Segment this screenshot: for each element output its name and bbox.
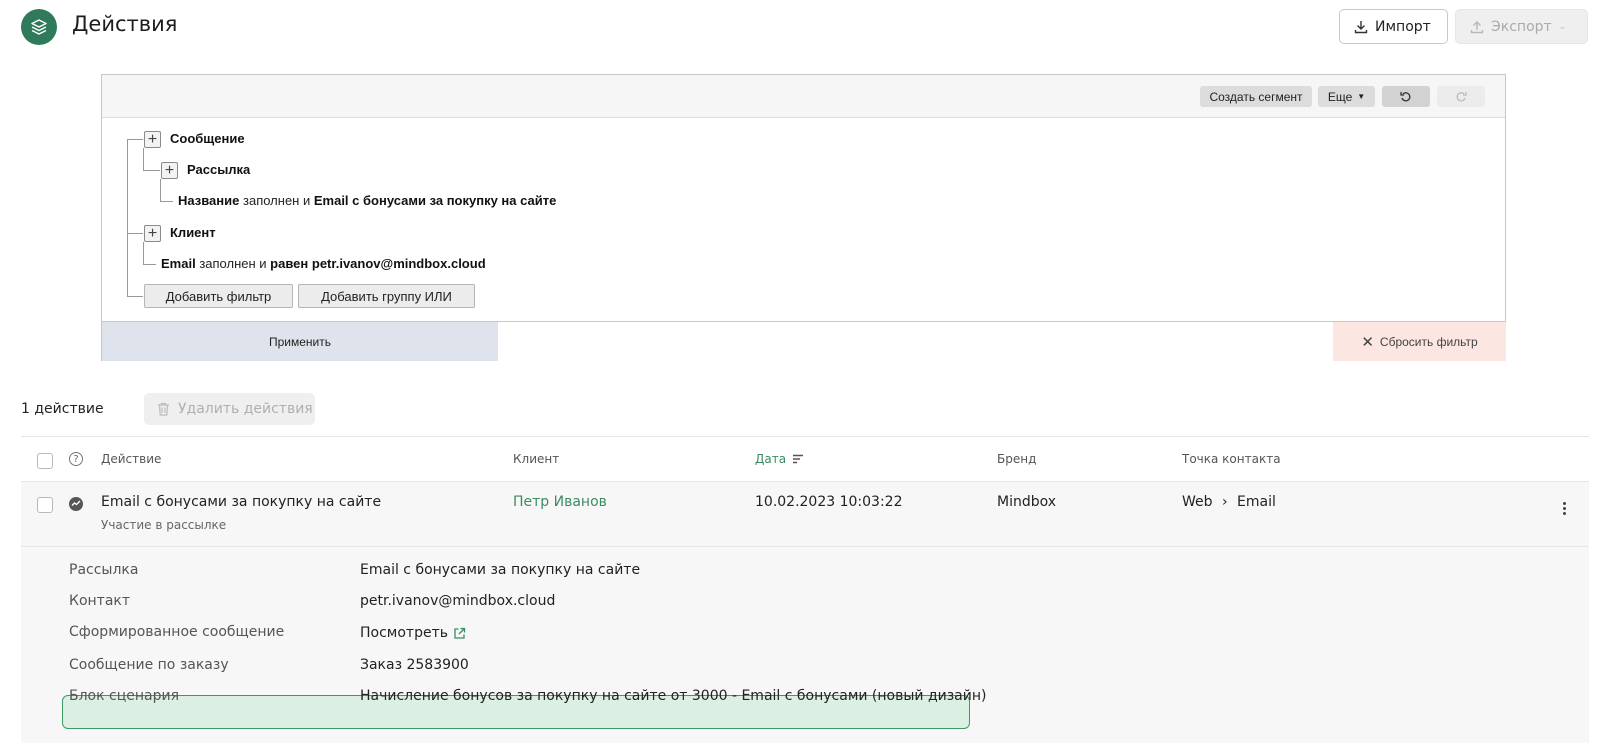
group-message-label: Сообщение <box>170 131 245 146</box>
reset-filter-button[interactable]: ✕ Сбросить фильтр <box>1333 321 1506 361</box>
filter-toolbar: Создать сегмент Еще ▼ <box>102 75 1505 118</box>
action-details: Рассылка Email с бонусами за покупку на … <box>21 547 1589 743</box>
filter-condition-name[interactable]: Название заполнен и Email с бонусами за … <box>178 193 556 208</box>
view-message-label: Посмотреть <box>360 625 448 641</box>
expand-group-client-icon[interactable]: + <box>144 225 161 242</box>
column-date[interactable]: Дата <box>755 452 804 466</box>
contact-point-from: Web <box>1182 494 1213 510</box>
column-action: Действие <box>101 452 162 466</box>
action-brand: Mindbox <box>997 494 1057 510</box>
export-button[interactable]: Экспорт ⌄ <box>1455 9 1588 44</box>
undo-icon <box>1400 91 1411 101</box>
select-all-checkbox[interactable] <box>37 453 53 469</box>
close-icon: ✕ <box>1361 333 1374 351</box>
action-title: Email с бонусами за покупку на сайте <box>101 494 382 510</box>
group-mailing-label: Рассылка <box>187 162 251 177</box>
view-message-link[interactable]: Посмотреть <box>360 625 466 641</box>
column-date-label: Дата <box>755 452 787 466</box>
action-subtitle: Участие в рассылке <box>101 518 227 532</box>
reset-filter-label: Сбросить фильтр <box>1379 334 1478 349</box>
app-logo[interactable] <box>21 9 57 45</box>
condition-field: Название <box>178 193 240 208</box>
filter-footer-spacer <box>498 321 1333 361</box>
undo-button[interactable] <box>1382 86 1430 107</box>
scenario-block-link[interactable]: Начисление бонусов за покупку на сайте о… <box>360 688 986 704</box>
caret-down-icon: ▼ <box>1357 92 1366 101</box>
breadcrumb-separator-icon: › <box>1221 494 1228 510</box>
trash-icon <box>158 402 169 416</box>
delete-actions-button[interactable]: Удалить действия <box>144 393 315 425</box>
detail-label-contact: Контакт <box>69 593 131 609</box>
import-button[interactable]: Импорт <box>1339 9 1448 44</box>
apply-button[interactable]: Применить <box>102 321 498 361</box>
detail-label-generated-message: Сформированное сообщение <box>69 624 285 640</box>
table-header: ? Действие Клиент Дата Бренд Точка конта… <box>21 436 1589 482</box>
actions-count: 1 действие <box>21 401 104 417</box>
group-client-label: Клиент <box>170 225 216 240</box>
expand-group-mailing-icon[interactable]: + <box>161 162 178 179</box>
detail-value-mailing-link[interactable]: Email с бонусами за покупку на сайте <box>360 562 640 578</box>
chevron-down-icon: ⌄ <box>1558 21 1567 32</box>
condition-field: Email <box>161 256 196 271</box>
column-brand: Бренд <box>997 452 1037 466</box>
add-filter-button[interactable]: Добавить фильтр <box>144 284 293 308</box>
detail-value-contact: petr.ivanov@mindbox.cloud <box>360 593 556 609</box>
condition-value: petr.ivanov@mindbox.cloud <box>311 256 486 271</box>
download-icon <box>1354 20 1368 33</box>
external-link-icon <box>454 627 466 639</box>
table-row[interactable]: Email с бонусами за покупку на сайте Уча… <box>21 482 1589 547</box>
upload-icon <box>1470 20 1484 33</box>
condition-operator: заполнен и <box>243 193 311 208</box>
detail-label-order-message: Сообщение по заказу <box>69 657 229 673</box>
delete-actions-label: Удалить действия <box>178 401 313 417</box>
filter-condition-email[interactable]: Email заполнен и равен petr.ivanov@mindb… <box>161 256 486 271</box>
more-label: Еще <box>1327 89 1353 104</box>
add-or-group-button[interactable]: Добавить группу ИЛИ <box>298 284 475 308</box>
export-label: Экспорт <box>1491 18 1552 35</box>
create-segment-button[interactable]: Создать сегмент <box>1200 86 1312 107</box>
contact-point: Web › Email <box>1182 494 1276 510</box>
help-icon[interactable]: ? <box>69 452 83 466</box>
import-label: Импорт <box>1375 18 1431 35</box>
redo-icon <box>1456 91 1467 101</box>
sort-icon <box>793 454 804 464</box>
condition-value: Email с бонусами за покупку на сайте <box>313 193 557 208</box>
more-vertical-icon[interactable] <box>1563 502 1567 517</box>
detail-label-scenario-block: Блок сценария <box>69 688 180 704</box>
action-type-icon <box>69 497 83 511</box>
contact-point-to: Email <box>1237 494 1276 510</box>
order-link[interactable]: Заказ 2583900 <box>360 657 469 673</box>
client-link[interactable]: Петр Иванов <box>513 494 607 510</box>
detail-label-mailing: Рассылка <box>69 562 139 578</box>
page-title: Действия <box>72 12 178 36</box>
condition-operator-equals: равен <box>270 256 309 271</box>
redo-button[interactable] <box>1437 86 1485 107</box>
action-date: 10.02.2023 10:03:22 <box>755 494 903 510</box>
more-dropdown[interactable]: Еще ▼ <box>1318 86 1375 107</box>
expand-group-message-icon[interactable]: + <box>144 131 161 148</box>
row-checkbox[interactable] <box>37 497 53 513</box>
filter-panel: Создать сегмент Еще ▼ + Сообщение + Расс… <box>101 74 1506 361</box>
condition-operator: заполнен и <box>199 256 267 271</box>
layers-icon <box>31 19 47 35</box>
filter-tree: + Сообщение + Рассылка Название заполнен… <box>102 118 1505 315</box>
column-contact-point: Точка контакта <box>1182 452 1281 466</box>
column-client: Клиент <box>513 452 560 466</box>
